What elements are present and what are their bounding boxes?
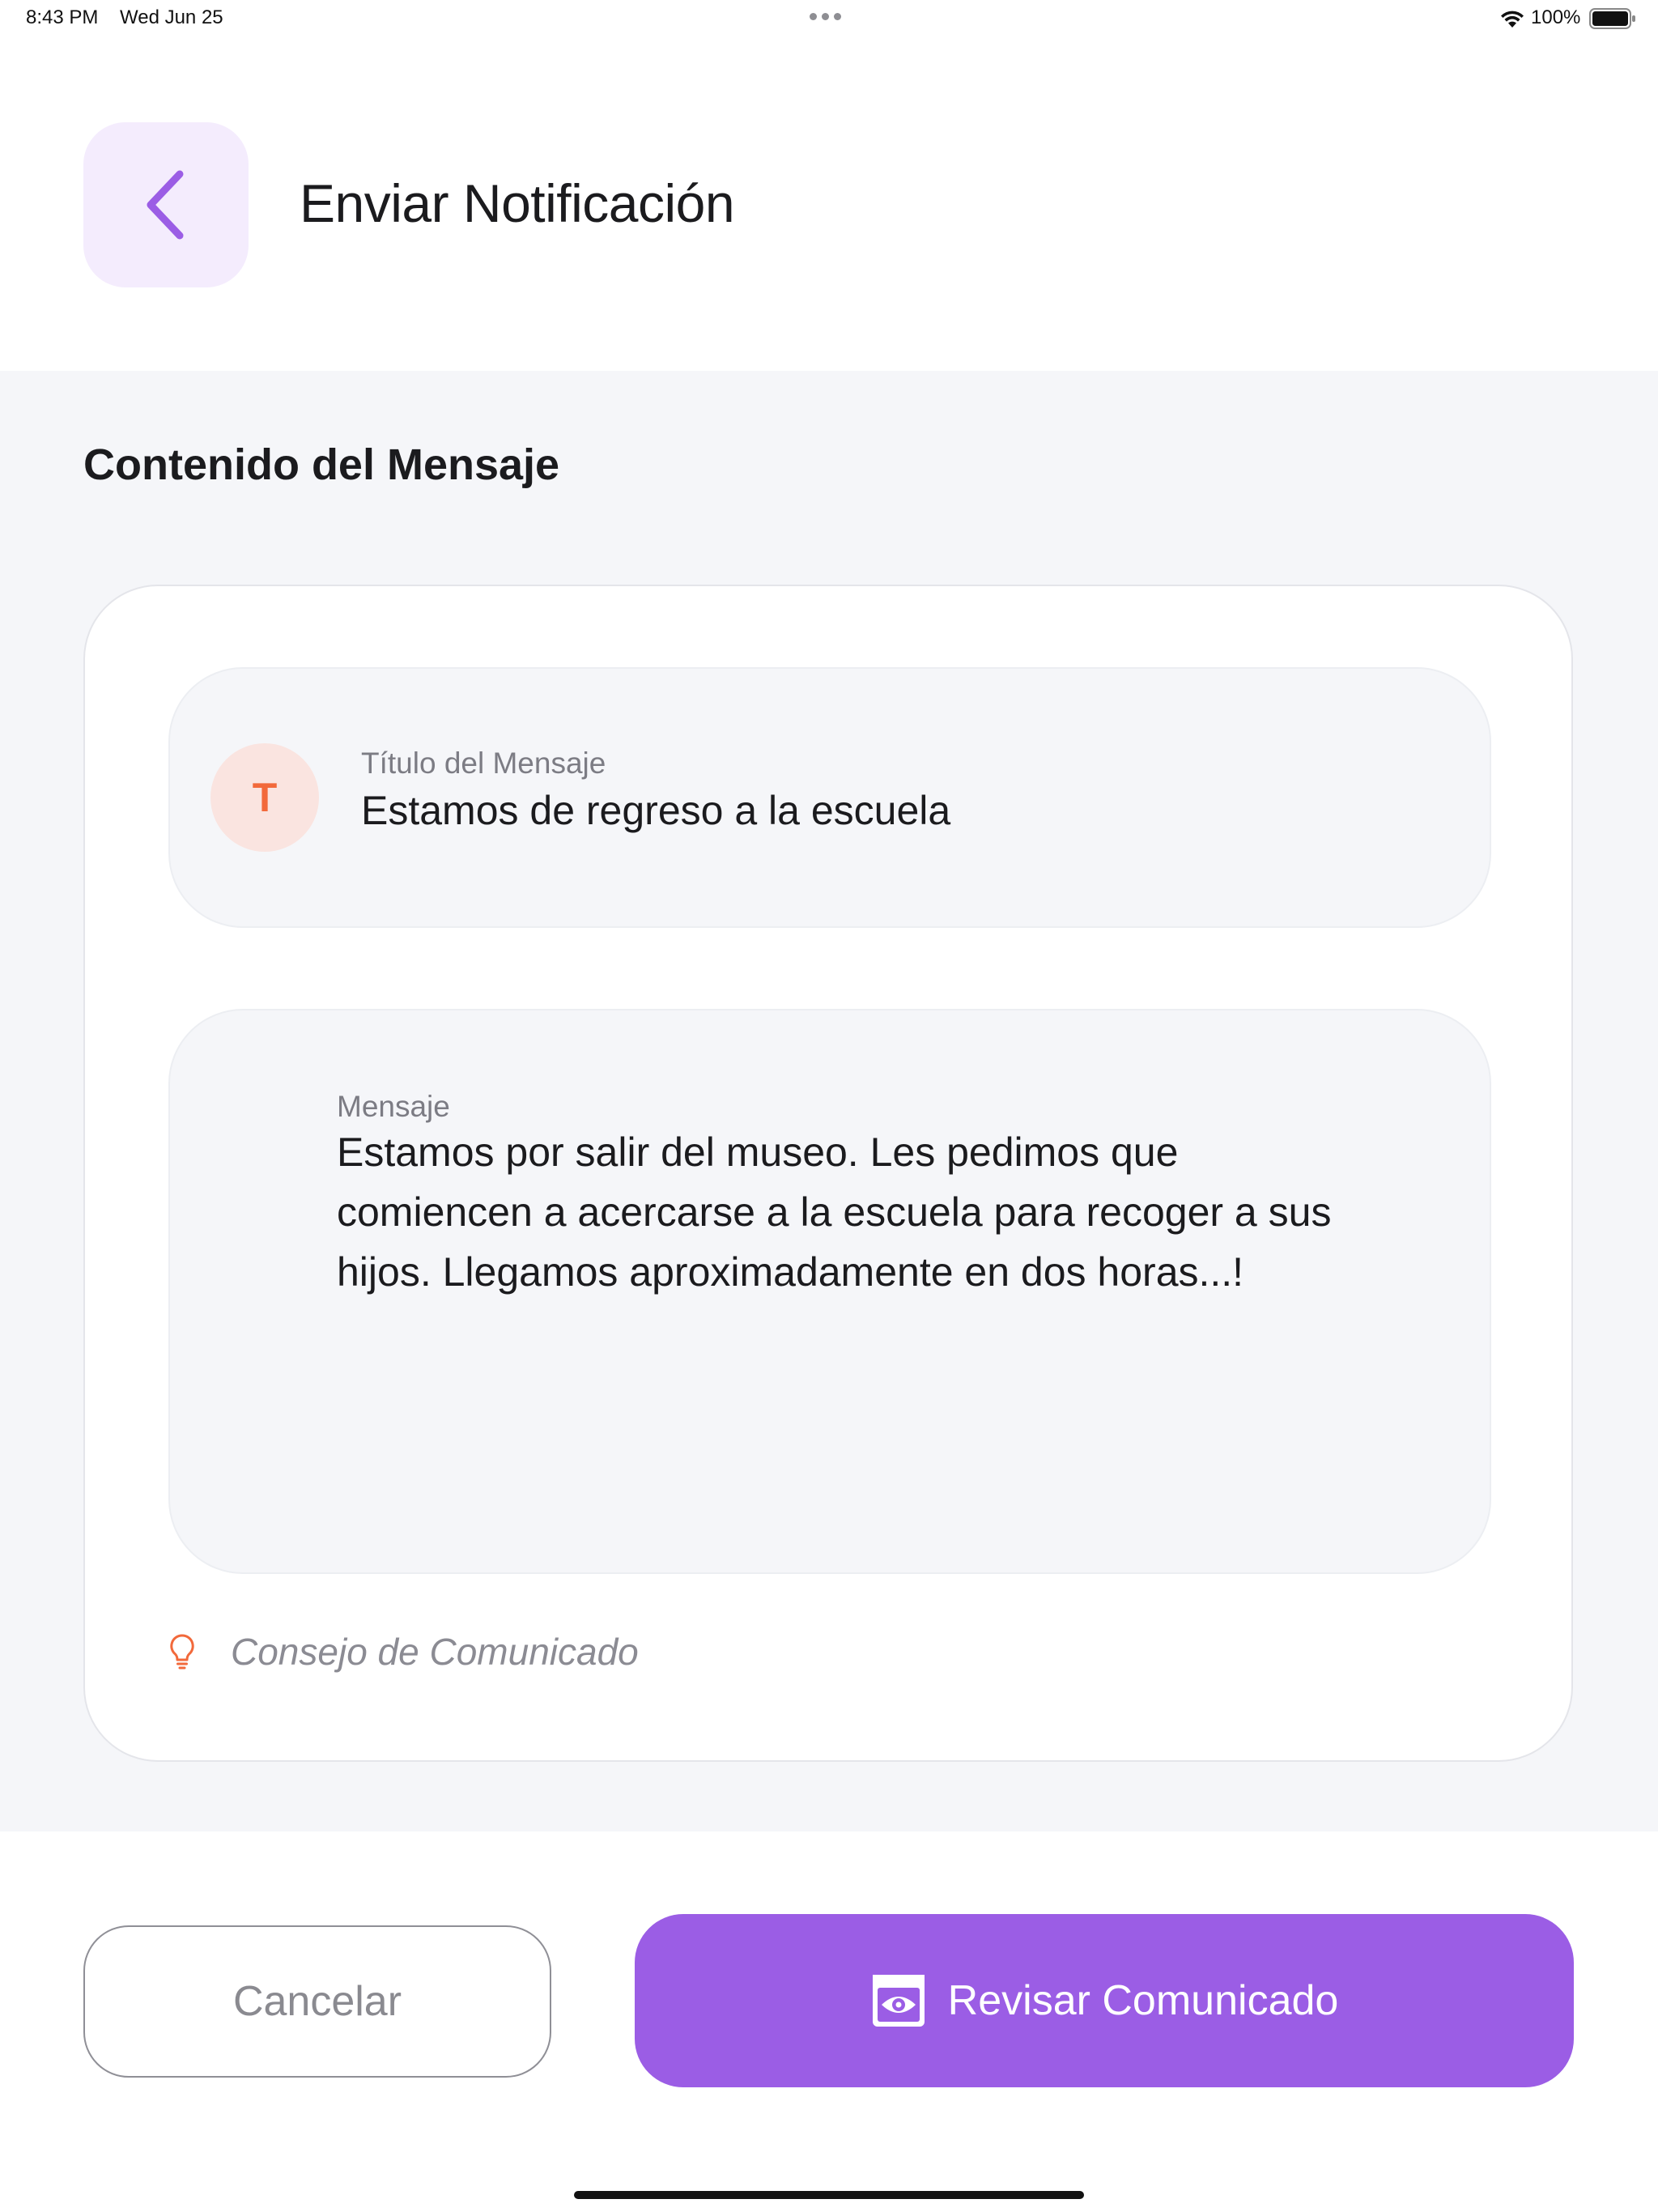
eye-preview-icon bbox=[872, 1975, 925, 2027]
back-button[interactable] bbox=[83, 122, 249, 287]
review-announcement-button[interactable]: Revisar Comunicado bbox=[635, 1914, 1574, 2087]
message-line: hijos. Llegamos aproximadamente en dos h… bbox=[337, 1249, 1244, 1295]
header: Enviar Notificación bbox=[0, 39, 1658, 371]
message-body-field[interactable]: Mensaje Estamos por salir del museo. Les… bbox=[168, 1009, 1491, 1574]
page-title: Enviar Notificación bbox=[300, 173, 735, 233]
message-field-value: Estamos por salir del museo. Les pedimos… bbox=[337, 1122, 1470, 1302]
message-line: comiencen a acercarse a la escuela para … bbox=[337, 1189, 1332, 1235]
message-tip-link[interactable]: Consejo de Comunicado bbox=[168, 1627, 639, 1676]
status-bar: 8:43 PM Wed Jun 25 100% bbox=[0, 0, 1658, 39]
lightbulb-icon bbox=[170, 1634, 194, 1670]
title-avatar: T bbox=[210, 743, 319, 852]
battery-icon bbox=[1589, 8, 1635, 29]
title-field-value: Estamos de regreso a la escuela bbox=[361, 788, 951, 833]
status-time: 8:43 PM bbox=[26, 6, 99, 28]
title-field-label: Título del Mensaje bbox=[361, 747, 606, 780]
battery-percentage: 100% bbox=[1531, 6, 1581, 28]
content-area: Contenido del Mensaje T Título del Mensa… bbox=[0, 371, 1658, 1831]
multitasking-dots-icon[interactable] bbox=[810, 13, 841, 20]
status-date: Wed Jun 25 bbox=[120, 6, 223, 28]
section-title: Contenido del Mensaje bbox=[83, 440, 560, 489]
tip-label: Consejo de Comunicado bbox=[231, 1631, 639, 1673]
message-field-label: Mensaje bbox=[337, 1090, 450, 1123]
home-indicator[interactable] bbox=[574, 2191, 1084, 2199]
review-button-label: Revisar Comunicado bbox=[947, 1977, 1339, 2024]
chevron-left-icon bbox=[147, 170, 184, 240]
message-title-field[interactable]: T Título del Mensaje Estamos de regreso … bbox=[168, 667, 1491, 928]
cancel-button[interactable]: Cancelar bbox=[83, 1925, 551, 2078]
message-line: Estamos por salir del museo. Les pedimos… bbox=[337, 1129, 1179, 1175]
message-card: T Título del Mensaje Estamos de regreso … bbox=[83, 585, 1573, 1762]
wifi-icon bbox=[1501, 11, 1524, 28]
